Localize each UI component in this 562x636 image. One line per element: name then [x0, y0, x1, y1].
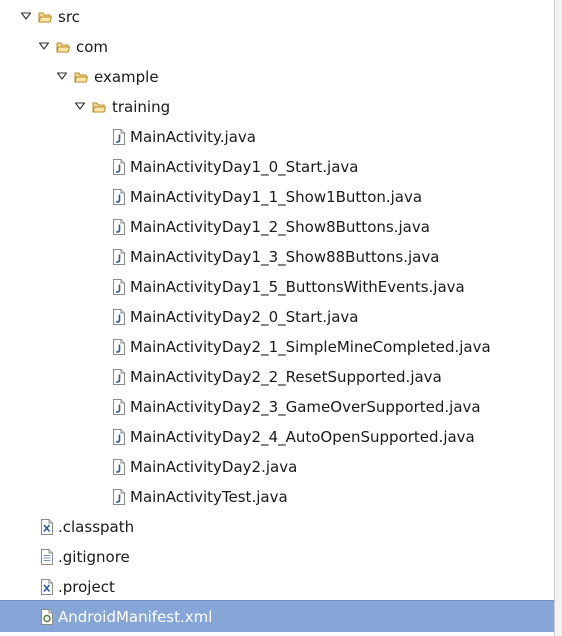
tree-item-label: src — [58, 8, 80, 26]
text-file-icon — [41, 549, 53, 565]
tree-item-java-file[interactable]: MainActivityDay2_4_AutoOpenSupported.jav… — [0, 422, 554, 452]
tree-item-label: example — [94, 68, 159, 86]
tree-item-label: AndroidManifest.xml — [58, 608, 213, 626]
java-file-icon — [113, 429, 125, 445]
tree-item-example[interactable]: example — [0, 62, 554, 92]
open-folder-icon — [38, 12, 52, 23]
tree-item-label: MainActivityDay1_1_Show1Button.java — [130, 188, 423, 206]
tree-item-label: MainActivityDay1_5_ButtonsWithEvents.jav… — [130, 278, 465, 296]
tree-item-label: MainActivityDay2.java — [130, 458, 298, 476]
xml-file-icon — [41, 519, 53, 535]
java-file-icon — [113, 339, 125, 355]
tree-item-src[interactable]: src — [0, 2, 554, 32]
android-manifest-icon — [41, 609, 53, 625]
tree-item-label: training — [112, 98, 171, 116]
tree-item-java-file[interactable]: MainActivityDay1_5_ButtonsWithEvents.jav… — [0, 272, 554, 302]
tree-item-project[interactable]: .project — [0, 572, 554, 602]
java-file-icon — [113, 189, 125, 205]
tree-item-label: MainActivityDay2_3_GameOverSupported.jav… — [130, 398, 481, 416]
tree-item-java-file[interactable]: MainActivityDay1_1_Show1Button.java — [0, 182, 554, 212]
tree-item-java-file[interactable]: MainActivityDay2_0_Start.java — [0, 302, 554, 332]
xml-file-icon — [41, 579, 53, 595]
chevron-down-icon[interactable] — [56, 71, 68, 81]
tree-item-label: MainActivityDay2_2_ResetSupported.java — [130, 368, 442, 386]
java-file-icon — [113, 219, 125, 235]
java-file-icon — [113, 129, 125, 145]
chevron-down-icon[interactable] — [38, 41, 50, 51]
project-explorer-tree: src com example training MainActivity.ja… — [0, 0, 554, 636]
tree-item-label: MainActivityDay2_4_AutoOpenSupported.jav… — [130, 428, 475, 446]
tree-item-label: .project — [58, 578, 115, 596]
tree-item-label: com — [76, 38, 109, 56]
tree-item-java-file[interactable]: MainActivityDay1_2_Show8Buttons.java — [0, 212, 554, 242]
java-file-icon — [113, 399, 125, 415]
tree-item-classpath[interactable]: .classpath — [0, 512, 554, 542]
vertical-scrollbar[interactable] — [554, 0, 562, 636]
java-file-icon — [113, 159, 125, 175]
tree-item-label: .classpath — [58, 518, 135, 536]
tree-item-java-file[interactable]: MainActivityTest.java — [0, 482, 554, 512]
tree-item-label: MainActivityDay1_3_Show88Buttons.java — [130, 248, 440, 266]
java-file-icon — [113, 309, 125, 325]
tree-item-java-file[interactable]: MainActivityDay2_3_GameOverSupported.jav… — [0, 392, 554, 422]
tree-item-label: MainActivityDay2_0_Start.java — [130, 308, 359, 326]
tree-item-java-file[interactable]: MainActivityDay2.java — [0, 452, 554, 482]
tree-item-label: MainActivityDay1_2_Show8Buttons.java — [130, 218, 430, 236]
tree-item-android-manifest[interactable]: AndroidManifest.xml — [0, 600, 554, 632]
java-file-icon — [113, 279, 125, 295]
java-file-icon — [113, 249, 125, 265]
tree-item-com[interactable]: com — [0, 32, 554, 62]
chevron-down-icon[interactable] — [20, 11, 32, 21]
tree-item-java-file[interactable]: MainActivityDay2_2_ResetSupported.java — [0, 362, 554, 392]
java-file-icon — [113, 459, 125, 475]
open-folder-icon — [92, 102, 106, 113]
tree-item-java-file[interactable]: MainActivity.java — [0, 122, 554, 152]
open-folder-icon — [56, 42, 70, 53]
tree-item-label: MainActivity.java — [130, 128, 256, 146]
tree-item-java-file[interactable]: MainActivityDay1_3_Show88Buttons.java — [0, 242, 554, 272]
tree-item-gitignore[interactable]: .gitignore — [0, 542, 554, 572]
tree-item-label: MainActivityDay2_1_SimpleMineCompleted.j… — [130, 338, 491, 356]
tree-item-label: .gitignore — [58, 548, 130, 566]
tree-item-label: MainActivityTest.java — [130, 488, 288, 506]
tree-item-java-file[interactable]: MainActivityDay2_1_SimpleMineCompleted.j… — [0, 332, 554, 362]
java-file-icon — [113, 489, 125, 505]
open-folder-icon — [74, 72, 88, 83]
tree-item-training[interactable]: training — [0, 92, 554, 122]
java-file-icon — [113, 369, 125, 385]
tree-item-label: MainActivityDay1_0_Start.java — [130, 158, 359, 176]
tree-item-java-file[interactable]: MainActivityDay1_0_Start.java — [0, 152, 554, 182]
chevron-down-icon[interactable] — [74, 101, 86, 111]
